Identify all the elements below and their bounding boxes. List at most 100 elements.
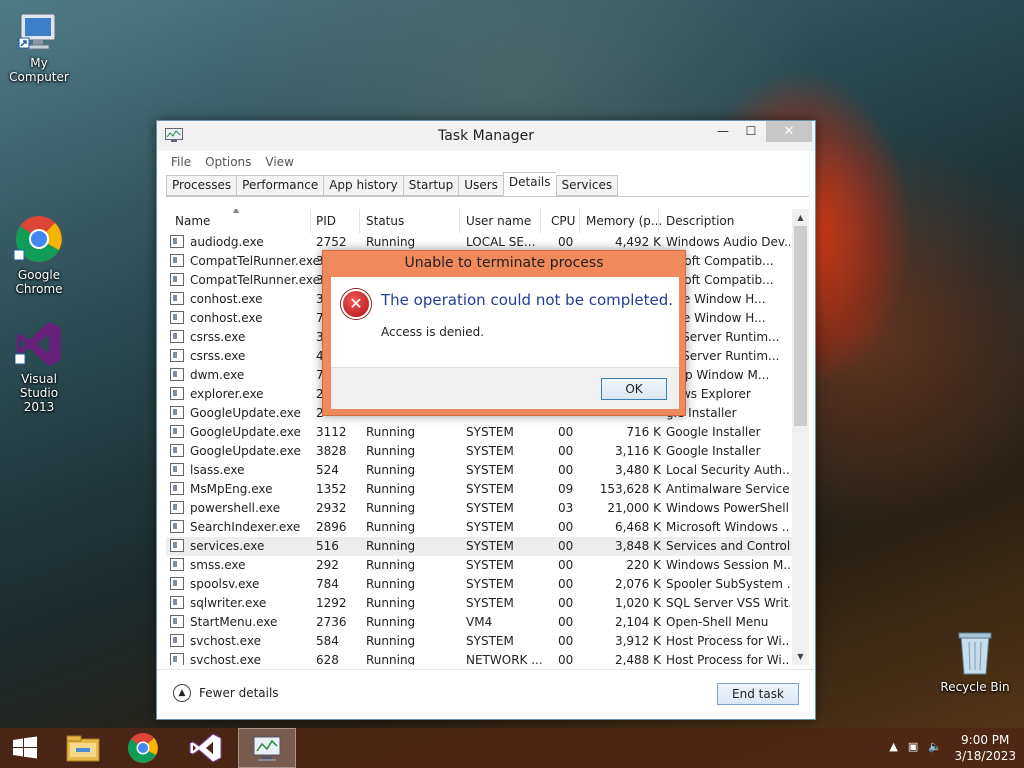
desktop-icon-visual-studio[interactable]: Visual Studio 2013 bbox=[0, 320, 78, 414]
cell-status: Running bbox=[366, 577, 416, 591]
cell-cpu: 03 bbox=[558, 501, 574, 515]
cell-desc: Windows Audio Dev... bbox=[666, 235, 790, 249]
cell-cpu: 00 bbox=[558, 634, 574, 648]
recycle-bin-icon bbox=[957, 630, 993, 676]
cell-name: StartMenu.exe bbox=[190, 615, 278, 629]
cell-name: explorer.exe bbox=[190, 387, 264, 401]
clock-date: 3/18/2023 bbox=[954, 749, 1016, 763]
table-row[interactable]: spoolsv.exe 784 Running SYSTEM 00 2,076 K Spoo… bbox=[166, 575, 809, 594]
volume-icon[interactable]: 🔈 bbox=[928, 740, 942, 753]
scrollbar-thumb[interactable] bbox=[794, 226, 807, 426]
table-row[interactable]: svchost.exe 628 Running NETWORK ... 00 2,488 … bbox=[166, 651, 809, 665]
cell-name: services.exe bbox=[190, 539, 265, 553]
title-bar[interactable]: Task Manager — ☐ ✕ bbox=[157, 121, 815, 151]
cell-user: LOCAL SE... bbox=[466, 235, 536, 249]
table-row[interactable]: MsMpEng.exe 1352 Running SYSTEM 09 153,628 K A… bbox=[166, 480, 809, 499]
cell-cpu: 00 bbox=[558, 235, 574, 249]
end-task-button[interactable]: End task bbox=[717, 683, 799, 705]
sort-ascending-icon: ▲ bbox=[233, 209, 240, 214]
table-row[interactable]: sqlwriter.exe 1292 Running SYSTEM 00 1,020 K S… bbox=[166, 594, 809, 613]
table-row[interactable]: SearchIndexer.exe 2896 Running SYSTEM 00 6,46… bbox=[166, 518, 809, 537]
cell-mem: 220 K bbox=[626, 558, 661, 572]
computer-icon bbox=[17, 10, 61, 52]
cell-name: svchost.exe bbox=[190, 634, 261, 648]
cell-user: SYSTEM bbox=[466, 463, 514, 477]
cell-user: SYSTEM bbox=[466, 558, 514, 572]
dialog-content: Access is denied. bbox=[381, 325, 485, 339]
taskbar-task-manager[interactable] bbox=[238, 728, 296, 768]
scroll-up-icon[interactable]: ▲ bbox=[792, 209, 809, 226]
taskbar-visual-studio[interactable] bbox=[176, 728, 234, 768]
table-row[interactable]: powershell.exe 2932 Running SYSTEM 03 21,000 … bbox=[166, 499, 809, 518]
table-row[interactable]: lsass.exe 524 Running SYSTEM 00 3,480 K Local … bbox=[166, 461, 809, 480]
cell-user: SYSTEM bbox=[466, 577, 514, 591]
cell-user: SYSTEM bbox=[466, 501, 514, 515]
desktop-icon-recycle-bin[interactable]: Recycle Bin bbox=[936, 630, 1014, 694]
column-header-cpu[interactable]: CPU bbox=[551, 214, 575, 228]
menu-view[interactable]: View bbox=[265, 155, 293, 169]
taskbar: ▲ ▣ 🔈 9:00 PM 3/18/2023 bbox=[0, 728, 1024, 768]
cell-pid: 3112 bbox=[316, 425, 347, 439]
maximize-button[interactable]: ☐ bbox=[738, 121, 764, 142]
scroll-down-icon[interactable]: ▼ bbox=[792, 648, 809, 665]
process-icon bbox=[170, 558, 184, 571]
cell-mem: 1,020 K bbox=[614, 596, 661, 610]
cell-name: CompatTelRunner.exe bbox=[190, 254, 321, 268]
cell-pid: 784 bbox=[316, 577, 339, 591]
fewer-details-button[interactable]: ▲ Fewer details bbox=[173, 684, 279, 702]
tab-processes[interactable]: Processes bbox=[166, 175, 237, 196]
network-icon[interactable]: ▣ bbox=[908, 740, 918, 753]
cell-mem: 716 K bbox=[626, 425, 661, 439]
cell-status: Running bbox=[366, 425, 416, 439]
column-header-memory[interactable]: Memory (p... bbox=[586, 214, 662, 228]
cell-desc: Open-Shell Menu bbox=[666, 615, 769, 629]
cell-mem: 21,000 K bbox=[607, 501, 661, 515]
column-header-name[interactable]: Name bbox=[175, 214, 210, 228]
cell-cpu: 09 bbox=[558, 482, 574, 496]
menu-file[interactable]: File bbox=[171, 155, 191, 169]
process-icon bbox=[170, 501, 184, 514]
cell-name: sqlwriter.exe bbox=[190, 596, 267, 610]
clock[interactable]: 9:00 PM 3/18/2023 bbox=[954, 732, 1016, 764]
desktop-icon-my-computer[interactable]: My Computer bbox=[0, 10, 78, 84]
process-icon bbox=[170, 463, 184, 476]
chevron-up-icon: ▲ bbox=[173, 684, 191, 702]
column-header-pid[interactable]: PID bbox=[316, 214, 336, 228]
taskbar-chrome[interactable] bbox=[114, 728, 172, 768]
cell-desc: Services and Control... bbox=[666, 539, 790, 553]
cell-cpu: 00 bbox=[558, 558, 574, 572]
menu-options[interactable]: Options bbox=[205, 155, 251, 169]
cell-desc: Windows Session M... bbox=[666, 558, 790, 572]
vertical-scrollbar[interactable]: ▲ ▼ bbox=[792, 209, 809, 665]
taskbar-file-explorer[interactable] bbox=[54, 728, 112, 768]
cell-desc: SQL Server VSS Writ... bbox=[666, 596, 790, 610]
cell-pid: 2896 bbox=[316, 520, 347, 534]
start-button[interactable] bbox=[0, 728, 58, 768]
process-icon bbox=[170, 482, 184, 495]
cell-status: Running bbox=[366, 463, 416, 477]
column-header-user-name[interactable]: User name bbox=[466, 214, 531, 228]
tab-services[interactable]: Services bbox=[555, 175, 619, 196]
tab-app-history[interactable]: App history bbox=[323, 175, 403, 196]
tab-startup[interactable]: Startup bbox=[402, 175, 459, 196]
dialog-footer: OK bbox=[331, 367, 679, 409]
table-row[interactable]: svchost.exe 584 Running SYSTEM 00 3,912 K Host… bbox=[166, 632, 809, 651]
minimize-button[interactable]: — bbox=[710, 121, 736, 142]
table-row[interactable]: smss.exe 292 Running SYSTEM 00 220 K Windows S… bbox=[166, 556, 809, 575]
cell-pid: 1352 bbox=[316, 482, 347, 496]
desktop-icon-google-chrome[interactable]: Google Chrome bbox=[0, 214, 78, 296]
close-button[interactable]: ✕ bbox=[766, 121, 812, 142]
ok-button[interactable]: OK bbox=[601, 378, 667, 400]
column-header-status[interactable]: Status bbox=[366, 214, 404, 228]
show-hidden-icons-icon[interactable]: ▲ bbox=[889, 740, 897, 753]
tab-details[interactable]: Details bbox=[502, 172, 556, 196]
table-row[interactable]: GoogleUpdate.exe 3828 Running SYSTEM 00 3,116… bbox=[166, 442, 809, 461]
table-row[interactable]: GoogleUpdate.exe 3112 Running SYSTEM 00 716 K… bbox=[166, 423, 809, 442]
table-row[interactable]: services.exe 516 Running SYSTEM 00 3,848 K Ser… bbox=[166, 537, 809, 556]
tab-performance[interactable]: Performance bbox=[236, 175, 324, 196]
cell-name: spoolsv.exe bbox=[190, 577, 260, 591]
cell-status: Running bbox=[366, 615, 416, 629]
tab-users[interactable]: Users bbox=[458, 175, 503, 196]
table-row[interactable]: StartMenu.exe 2736 Running VM4 00 2,104 K Open… bbox=[166, 613, 809, 632]
column-header-description[interactable]: Description bbox=[666, 214, 734, 228]
